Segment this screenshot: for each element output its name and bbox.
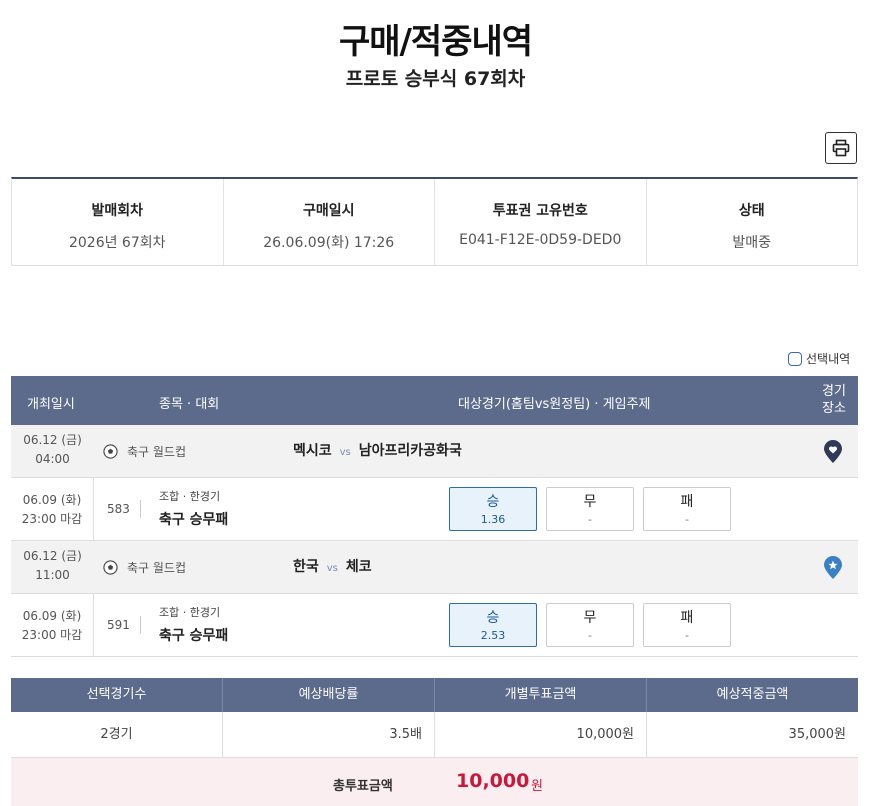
summary-expected-amount: 35,000원 xyxy=(788,727,846,742)
summary-bet-amount: 10,000원 xyxy=(435,712,647,757)
match-table: 개최일시 종목 · 대회 대상경기(홈팀vs원정팀) · 게임주제 경기 장소 … xyxy=(11,376,858,657)
info-value: 26.06.09(화) 17:26 xyxy=(263,235,395,251)
bet-row: 06.09 (화) 23:00 마감 591 조합 · 한경기 축구 승무패 승… xyxy=(11,594,858,657)
info-header: 상태 xyxy=(738,203,765,219)
away-team: 체코 xyxy=(345,559,372,575)
info-value: 2026년 67회차 xyxy=(68,235,166,251)
print-button[interactable] xyxy=(825,132,857,164)
game-row: 06.12 (금) 11:00 축구 월드컵 한국 vs 체코 xyxy=(11,541,858,594)
purchase-info-table: 발매회차 2026년 67회차 구매일시 26.06.09(화) 17:26 투… xyxy=(11,177,858,266)
odd-draw-button[interactable]: 무 - xyxy=(546,603,634,647)
game-teams: 한국 vs 체코 xyxy=(293,556,372,576)
selection-label: 선택내역 xyxy=(806,352,851,366)
summary-header: 선택경기수 예상배당률 개별투표금액 예상적중금액 xyxy=(11,678,858,712)
bet-type: 조합 · 한경기 축구 승무패 xyxy=(159,490,229,528)
home-team: 한국 xyxy=(293,559,319,575)
game-row: 06.12 (금) 04:00 축구 월드컵 멕시코 vs 남아프리카공화국 xyxy=(11,425,858,478)
header-venue: 경기 장소 xyxy=(822,384,846,416)
total-value: 10,000 xyxy=(456,770,530,792)
odd-lose-button[interactable]: 패 - xyxy=(643,603,731,647)
bet-row: 06.09 (화) 23:00 마감 583 조합 · 한경기 축구 승무패 승… xyxy=(11,478,858,541)
total-label: 총투표금액 xyxy=(333,779,393,794)
bet-number: 583 xyxy=(107,500,141,518)
summary-header-cell: 예상배당률 xyxy=(223,678,435,712)
game-teams: 멕시코 vs 남아프리카공화국 xyxy=(293,440,462,460)
info-header: 구매일시 xyxy=(302,203,355,219)
total-row: 총투표금액 10,000 원 xyxy=(11,758,858,806)
soccer-ball-icon xyxy=(103,444,118,459)
header-match: 대상경기(홈팀vs원정팀) · 게임주제 xyxy=(458,397,651,412)
selection-checkbox[interactable] xyxy=(788,351,802,366)
summary-odds: 3.5배 xyxy=(223,712,435,757)
page-subtitle: 프로토 승부식 67회차 xyxy=(345,68,526,90)
selection-toggle[interactable]: 선택내역 xyxy=(788,350,850,367)
page-title: 구매/적중내역 xyxy=(338,22,533,62)
summary-header-cell: 개별투표금액 xyxy=(435,678,647,712)
star-marker-icon[interactable] xyxy=(823,556,843,580)
game-sport: 축구 월드컵 xyxy=(103,443,186,460)
info-cell-round: 발매회차 2026년 67회차 xyxy=(12,179,224,265)
info-value: 발매중 xyxy=(732,235,772,251)
match-table-header: 개최일시 종목 · 대회 대상경기(홈팀vs원정팀) · 게임주제 경기 장소 xyxy=(11,376,858,425)
header-date: 개최일시 xyxy=(27,397,75,412)
bet-type: 조합 · 한경기 축구 승무패 xyxy=(159,606,229,644)
odd-win-button[interactable]: 승 1.36 xyxy=(449,487,537,531)
bet-number: 591 xyxy=(107,616,141,634)
info-cell-purchase-date: 구매일시 26.06.09(화) 17:26 xyxy=(224,179,435,265)
info-cell-status: 상태 발매중 xyxy=(647,179,858,265)
summary-values: 2경기 3.5배 10,000원 35,000원 xyxy=(11,712,858,758)
header-sport: 종목 · 대회 xyxy=(159,397,220,412)
odd-lose-button[interactable]: 패 - xyxy=(643,487,731,531)
soccer-ball-icon xyxy=(103,560,118,575)
info-header: 발매회차 xyxy=(91,203,144,219)
away-team: 남아프리카공화국 xyxy=(358,443,462,459)
game-date: 06.12 (금) 04:00 xyxy=(23,433,82,466)
vs-label: vs xyxy=(339,447,351,458)
summary-header-cell: 선택경기수 xyxy=(11,678,223,712)
game-sport: 축구 월드컵 xyxy=(103,559,186,576)
heart-marker-icon[interactable] xyxy=(823,440,843,464)
info-header: 투표권 고유번호 xyxy=(492,203,588,219)
summary-table: 선택경기수 예상배당률 개별투표금액 예상적중금액 2경기 3.5배 10,00… xyxy=(11,678,858,758)
bet-deadline: 06.09 (화) 23:00 마감 xyxy=(11,478,94,541)
summary-header-cell: 예상적중금액 xyxy=(716,687,789,702)
odd-draw-button[interactable]: 무 - xyxy=(546,487,634,531)
info-value: E041-F12E-0D59-DED0 xyxy=(459,232,622,248)
vs-label: vs xyxy=(326,563,338,574)
odd-win-button[interactable]: 승 2.53 xyxy=(449,603,537,647)
total-unit: 원 xyxy=(531,779,543,794)
home-team: 멕시코 xyxy=(293,443,332,459)
game-date: 06.12 (금) 11:00 xyxy=(23,549,82,582)
printer-icon xyxy=(832,139,850,157)
info-cell-ticket-id: 투표권 고유번호 E041-F12E-0D59-DED0 xyxy=(435,179,647,265)
summary-game-count: 2경기 xyxy=(11,712,223,757)
bet-deadline: 06.09 (화) 23:00 마감 xyxy=(11,594,94,657)
